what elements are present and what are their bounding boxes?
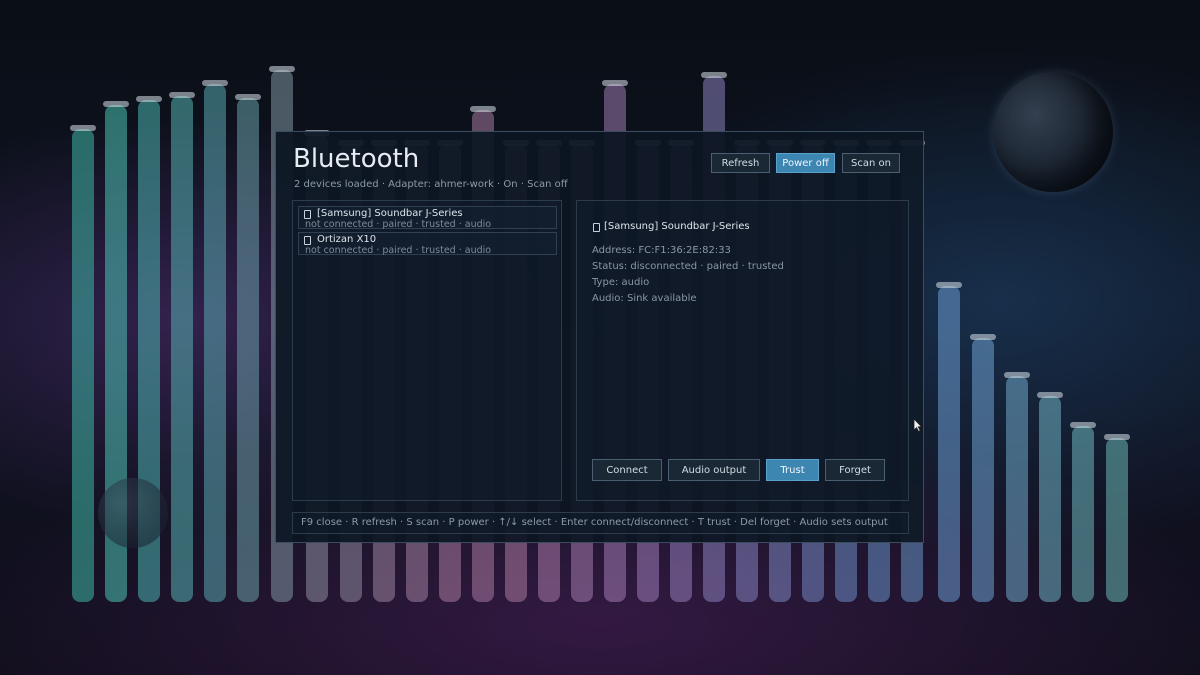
equalizer-bar-cap: [1037, 392, 1063, 398]
equalizer-bar-cap: [202, 80, 228, 86]
mouse-cursor-icon: [913, 418, 923, 432]
moon-decoration: [98, 478, 168, 548]
scan-on-button[interactable]: Scan on: [842, 153, 900, 173]
equalizer-bar-cap: [602, 80, 628, 86]
equalizer-bar: [1006, 376, 1028, 602]
device-detail-panel: [Samsung] Soundbar J-Series Address: FC:…: [576, 200, 909, 501]
refresh-button[interactable]: Refresh: [711, 153, 770, 173]
equalizer-bar-cap: [235, 94, 261, 100]
detail-status: Status: disconnected · paired · trusted: [592, 261, 784, 272]
detail-address: Address: FC:F1:36:2E:82:33: [592, 245, 731, 256]
device-icon: [304, 210, 311, 219]
equalizer-bar-cap: [70, 125, 96, 131]
device-icon: [304, 236, 311, 245]
equalizer-bar-cap: [136, 96, 162, 102]
equalizer-bar: [72, 129, 94, 602]
device-name: Ortizan X10: [317, 234, 377, 245]
detail-audio: Audio: Sink available: [592, 293, 697, 304]
detail-type: Type: audio: [592, 277, 650, 288]
trust-button[interactable]: Trust: [766, 459, 819, 481]
equalizer-bar-cap: [470, 106, 496, 112]
equalizer-bar-cap: [1004, 372, 1030, 378]
device-icon: [593, 223, 600, 232]
equalizer-bar: [204, 84, 226, 602]
device-meta: not connected · paired · trusted · audio: [305, 245, 492, 256]
dialog-title: Bluetooth: [293, 144, 420, 174]
device-name: [Samsung] Soundbar J-Series: [317, 208, 463, 219]
forget-button[interactable]: Forget: [825, 459, 885, 481]
planet-decoration: [993, 72, 1113, 192]
equalizer-bar: [1106, 438, 1128, 602]
shortcut-hints: F9 close · R refresh · S scan · P power …: [301, 517, 888, 528]
device-list: [Samsung] Soundbar J-Series not connecte…: [292, 200, 562, 501]
equalizer-bar-cap: [701, 72, 727, 78]
equalizer-bar: [938, 286, 960, 602]
device-list-item[interactable]: Ortizan X10 not connected · paired · tru…: [298, 232, 557, 256]
device-meta: not connected · paired · trusted · audio: [305, 219, 492, 230]
equalizer-bar: [1072, 426, 1094, 602]
shortcut-hint-bar: F9 close · R refresh · S scan · P power …: [292, 512, 909, 534]
equalizer-bar-cap: [1070, 422, 1096, 428]
equalizer-bar: [1039, 396, 1061, 602]
equalizer-bar: [237, 98, 259, 602]
bluetooth-dialog: Bluetooth 2 devices loaded · Adapter: ah…: [275, 131, 924, 543]
equalizer-bar-cap: [1104, 434, 1130, 440]
equalizer-bar: [171, 96, 193, 602]
power-off-button[interactable]: Power off: [776, 153, 835, 173]
device-list-item[interactable]: [Samsung] Soundbar J-Series not connecte…: [298, 206, 557, 230]
detail-title: [Samsung] Soundbar J-Series: [604, 221, 750, 232]
equalizer-bar-cap: [936, 282, 962, 288]
audio-output-button[interactable]: Audio output: [668, 459, 760, 481]
equalizer-bar: [972, 338, 994, 602]
equalizer-bar-cap: [269, 66, 295, 72]
equalizer-bar-cap: [169, 92, 195, 98]
dialog-subtitle: 2 devices loaded · Adapter: ahmer-work ·…: [294, 179, 568, 190]
equalizer-bar-cap: [970, 334, 996, 340]
equalizer-bar-cap: [103, 101, 129, 107]
connect-button[interactable]: Connect: [592, 459, 662, 481]
